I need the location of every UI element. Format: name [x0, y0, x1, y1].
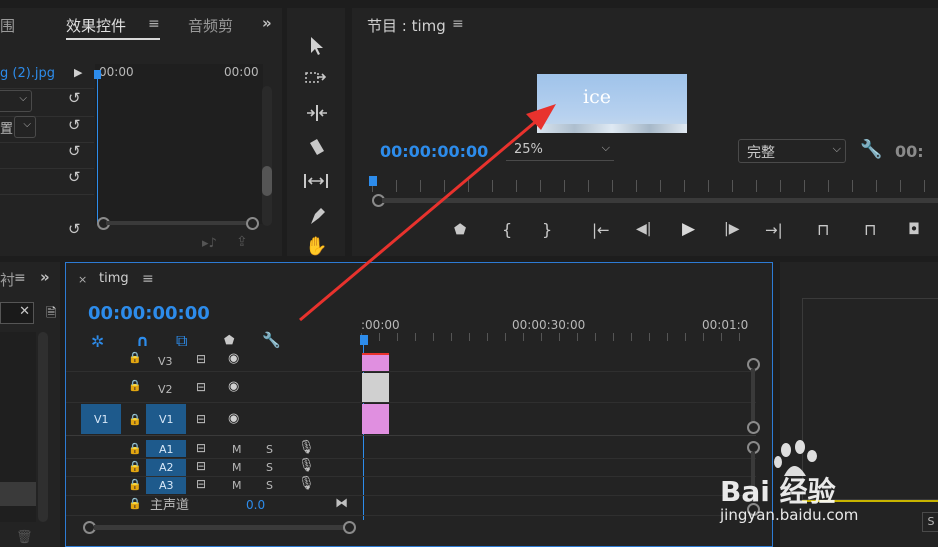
baidu-watermark: Bai 经验 jingyan.baidu.com — [720, 440, 930, 530]
annotation-arrow-shaft — [299, 116, 541, 322]
watermark-brand: Bai 经验 — [720, 475, 836, 508]
watermark-url: jingyan.baidu.com — [720, 506, 859, 524]
